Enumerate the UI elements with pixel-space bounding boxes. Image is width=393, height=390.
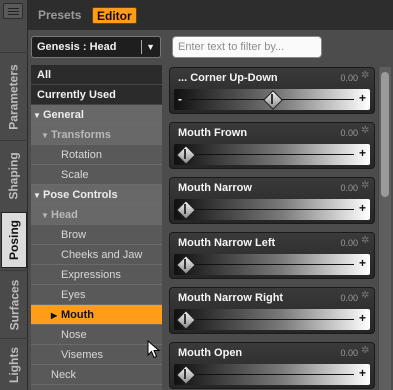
tree-item-nose[interactable]: Nose	[31, 325, 162, 345]
filter-input[interactable]: Enter text to filter by...	[172, 36, 322, 58]
tree-item-general[interactable]: ▼ General	[31, 105, 162, 125]
plus-icon[interactable]: +	[359, 256, 366, 270]
slider-mouth-narrow-left: Mouth Narrow Left 0.00 ✲ +	[169, 232, 375, 279]
slider-value[interactable]: 0.00	[340, 128, 358, 138]
tab-parameters[interactable]: Parameters	[0, 52, 28, 140]
tab-lights[interactable]: Lights	[0, 338, 28, 390]
slider-track[interactable]: +	[174, 144, 370, 165]
tree-item-currently-used[interactable]: Currently Used	[31, 85, 162, 105]
tab-editor[interactable]: Editor	[92, 7, 137, 24]
plus-icon[interactable]: +	[359, 201, 366, 215]
tree-item-cheeks-and-jaw[interactable]: Cheeks and Jaw	[31, 245, 162, 265]
slider-handle[interactable]	[265, 92, 279, 106]
slider-track[interactable]: +	[174, 254, 370, 275]
scrollbar[interactable]	[378, 67, 391, 390]
gear-icon[interactable]: ✲	[361, 236, 371, 246]
tree-item-neck[interactable]: Neck	[31, 365, 162, 385]
tree-item-head[interactable]: ▼ Head	[31, 205, 162, 225]
gear-icon[interactable]: ✲	[361, 181, 371, 191]
expanded-arrow-icon[interactable]: ▼	[41, 126, 51, 146]
figure-select-value: Genesis : Head	[37, 41, 117, 53]
tree-item-mouth[interactable]: ▶ Mouth	[31, 305, 162, 325]
expanded-arrow-icon[interactable]: ▼	[33, 186, 43, 206]
slider-label: Mouth Narrow Right	[178, 292, 284, 304]
figure-select[interactable]: Genesis : Head ▼	[31, 36, 161, 58]
slider-mouth-open: Mouth Open 0.00 ✲ +	[169, 342, 375, 389]
slider-value[interactable]: 0.00	[340, 348, 358, 358]
slider-track[interactable]: +	[174, 199, 370, 220]
plus-icon[interactable]: +	[359, 311, 366, 325]
panel-menu-icon[interactable]	[3, 3, 23, 19]
side-tab-strip: Parameters Shaping Posing Surfaces Light…	[0, 0, 28, 390]
mouse-pointer-icon	[147, 340, 161, 359]
tree-item-transforms[interactable]: ▼ Transforms	[31, 125, 162, 145]
tree-item-rotation[interactable]: Rotation	[31, 145, 162, 165]
slider-mouth-frown: Mouth Frown 0.00 ✲ +	[169, 122, 375, 169]
slider-mouth-narrow-right: Mouth Narrow Right 0.00 ✲ +	[169, 287, 375, 334]
slider-handle[interactable]	[178, 312, 192, 326]
tree-item-brow[interactable]: Brow	[31, 225, 162, 245]
gear-icon[interactable]: ✲	[361, 291, 371, 301]
select-divider	[141, 40, 142, 54]
tab-surfaces[interactable]: Surfaces	[0, 270, 28, 338]
slider-list: ... Corner Up-Down 0.00 ✲ - + Mouth Frow…	[169, 67, 375, 390]
plus-icon[interactable]: +	[359, 366, 366, 380]
slider-label: ... Corner Up-Down	[178, 72, 278, 84]
slider-label: Mouth Narrow Left	[178, 237, 276, 249]
slider-handle[interactable]	[178, 202, 192, 216]
slider-track[interactable]: - +	[174, 89, 370, 110]
collapsed-arrow-icon[interactable]: ▶	[51, 306, 61, 326]
chevron-down-icon: ▼	[146, 42, 155, 52]
slider-label: Mouth Narrow	[178, 182, 252, 194]
slider-label: Mouth Frown	[178, 127, 248, 139]
slider-track[interactable]: +	[174, 309, 370, 330]
slider-track[interactable]: +	[174, 364, 370, 385]
tab-posing[interactable]: Posing	[1, 212, 27, 268]
slider-handle[interactable]	[178, 257, 192, 271]
plus-icon[interactable]: +	[359, 146, 366, 160]
slider-corner-up-down: ... Corner Up-Down 0.00 ✲ - +	[169, 67, 375, 114]
minus-icon[interactable]: -	[178, 92, 182, 106]
tab-presets[interactable]: Presets	[34, 7, 85, 24]
slider-value[interactable]: 0.00	[340, 293, 358, 303]
tree-item-all[interactable]: All	[31, 65, 162, 85]
expanded-arrow-icon[interactable]: ▼	[41, 206, 51, 226]
slider-handle[interactable]	[178, 147, 192, 161]
editor-panel: Genesis : Head ▼ Enter text to filter by…	[28, 30, 393, 390]
top-tab-bar: Presets Editor	[28, 0, 393, 30]
slider-label: Mouth Open	[178, 347, 243, 359]
slider-value[interactable]: 0.00	[340, 183, 358, 193]
expanded-arrow-icon[interactable]: ▼	[33, 106, 43, 126]
tab-shaping[interactable]: Shaping	[0, 140, 28, 210]
tree-item-pose-controls[interactable]: ▼ Pose Controls	[31, 185, 162, 205]
tree-item-eyes[interactable]: Eyes	[31, 285, 162, 305]
scrollbar-thumb[interactable]	[381, 72, 389, 197]
gear-icon[interactable]: ✲	[361, 346, 371, 356]
tree-item-expressions[interactable]: Expressions	[31, 265, 162, 285]
plus-icon[interactable]: +	[359, 91, 366, 105]
property-tree: All Currently Used ▼ General ▼ Transforms …	[31, 65, 162, 390]
slider-value[interactable]: 0.00	[340, 73, 358, 83]
slider-value[interactable]: 0.00	[340, 238, 358, 248]
tree-item-scale[interactable]: Scale	[31, 165, 162, 185]
gear-icon[interactable]: ✲	[361, 71, 371, 81]
slider-mouth-narrow: Mouth Narrow 0.00 ✲ +	[169, 177, 375, 224]
tree-item-visemes[interactable]: Visemes	[31, 345, 162, 365]
slider-handle[interactable]	[178, 367, 192, 381]
gear-icon[interactable]: ✲	[361, 126, 371, 136]
